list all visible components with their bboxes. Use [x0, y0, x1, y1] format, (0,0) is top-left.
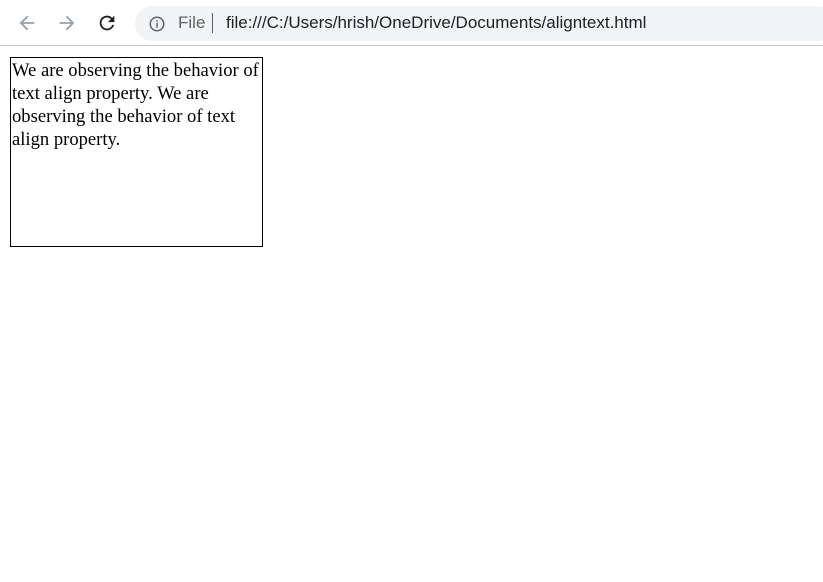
- back-button[interactable]: [12, 7, 42, 39]
- reload-icon: [99, 15, 115, 31]
- url-text[interactable]: file:///C:/Users/hrish/OneDrive/Document…: [226, 13, 646, 33]
- info-circle-icon[interactable]: [148, 15, 166, 33]
- arrow-left-icon: [19, 15, 35, 31]
- page-content: We are observing the behavior of text al…: [0, 46, 823, 582]
- reload-button[interactable]: [92, 7, 122, 39]
- bordered-text-box: We are observing the behavior of text al…: [10, 57, 263, 247]
- forward-button[interactable]: [52, 7, 82, 39]
- scheme-label: File: [178, 13, 206, 32]
- address-separator: [212, 13, 213, 33]
- address-bar[interactable]: File file:///C:/Users/hrish/OneDrive/Doc…: [135, 6, 823, 41]
- arrow-right-icon: [59, 15, 75, 31]
- browser-toolbar: File file:///C:/Users/hrish/OneDrive/Doc…: [0, 0, 823, 46]
